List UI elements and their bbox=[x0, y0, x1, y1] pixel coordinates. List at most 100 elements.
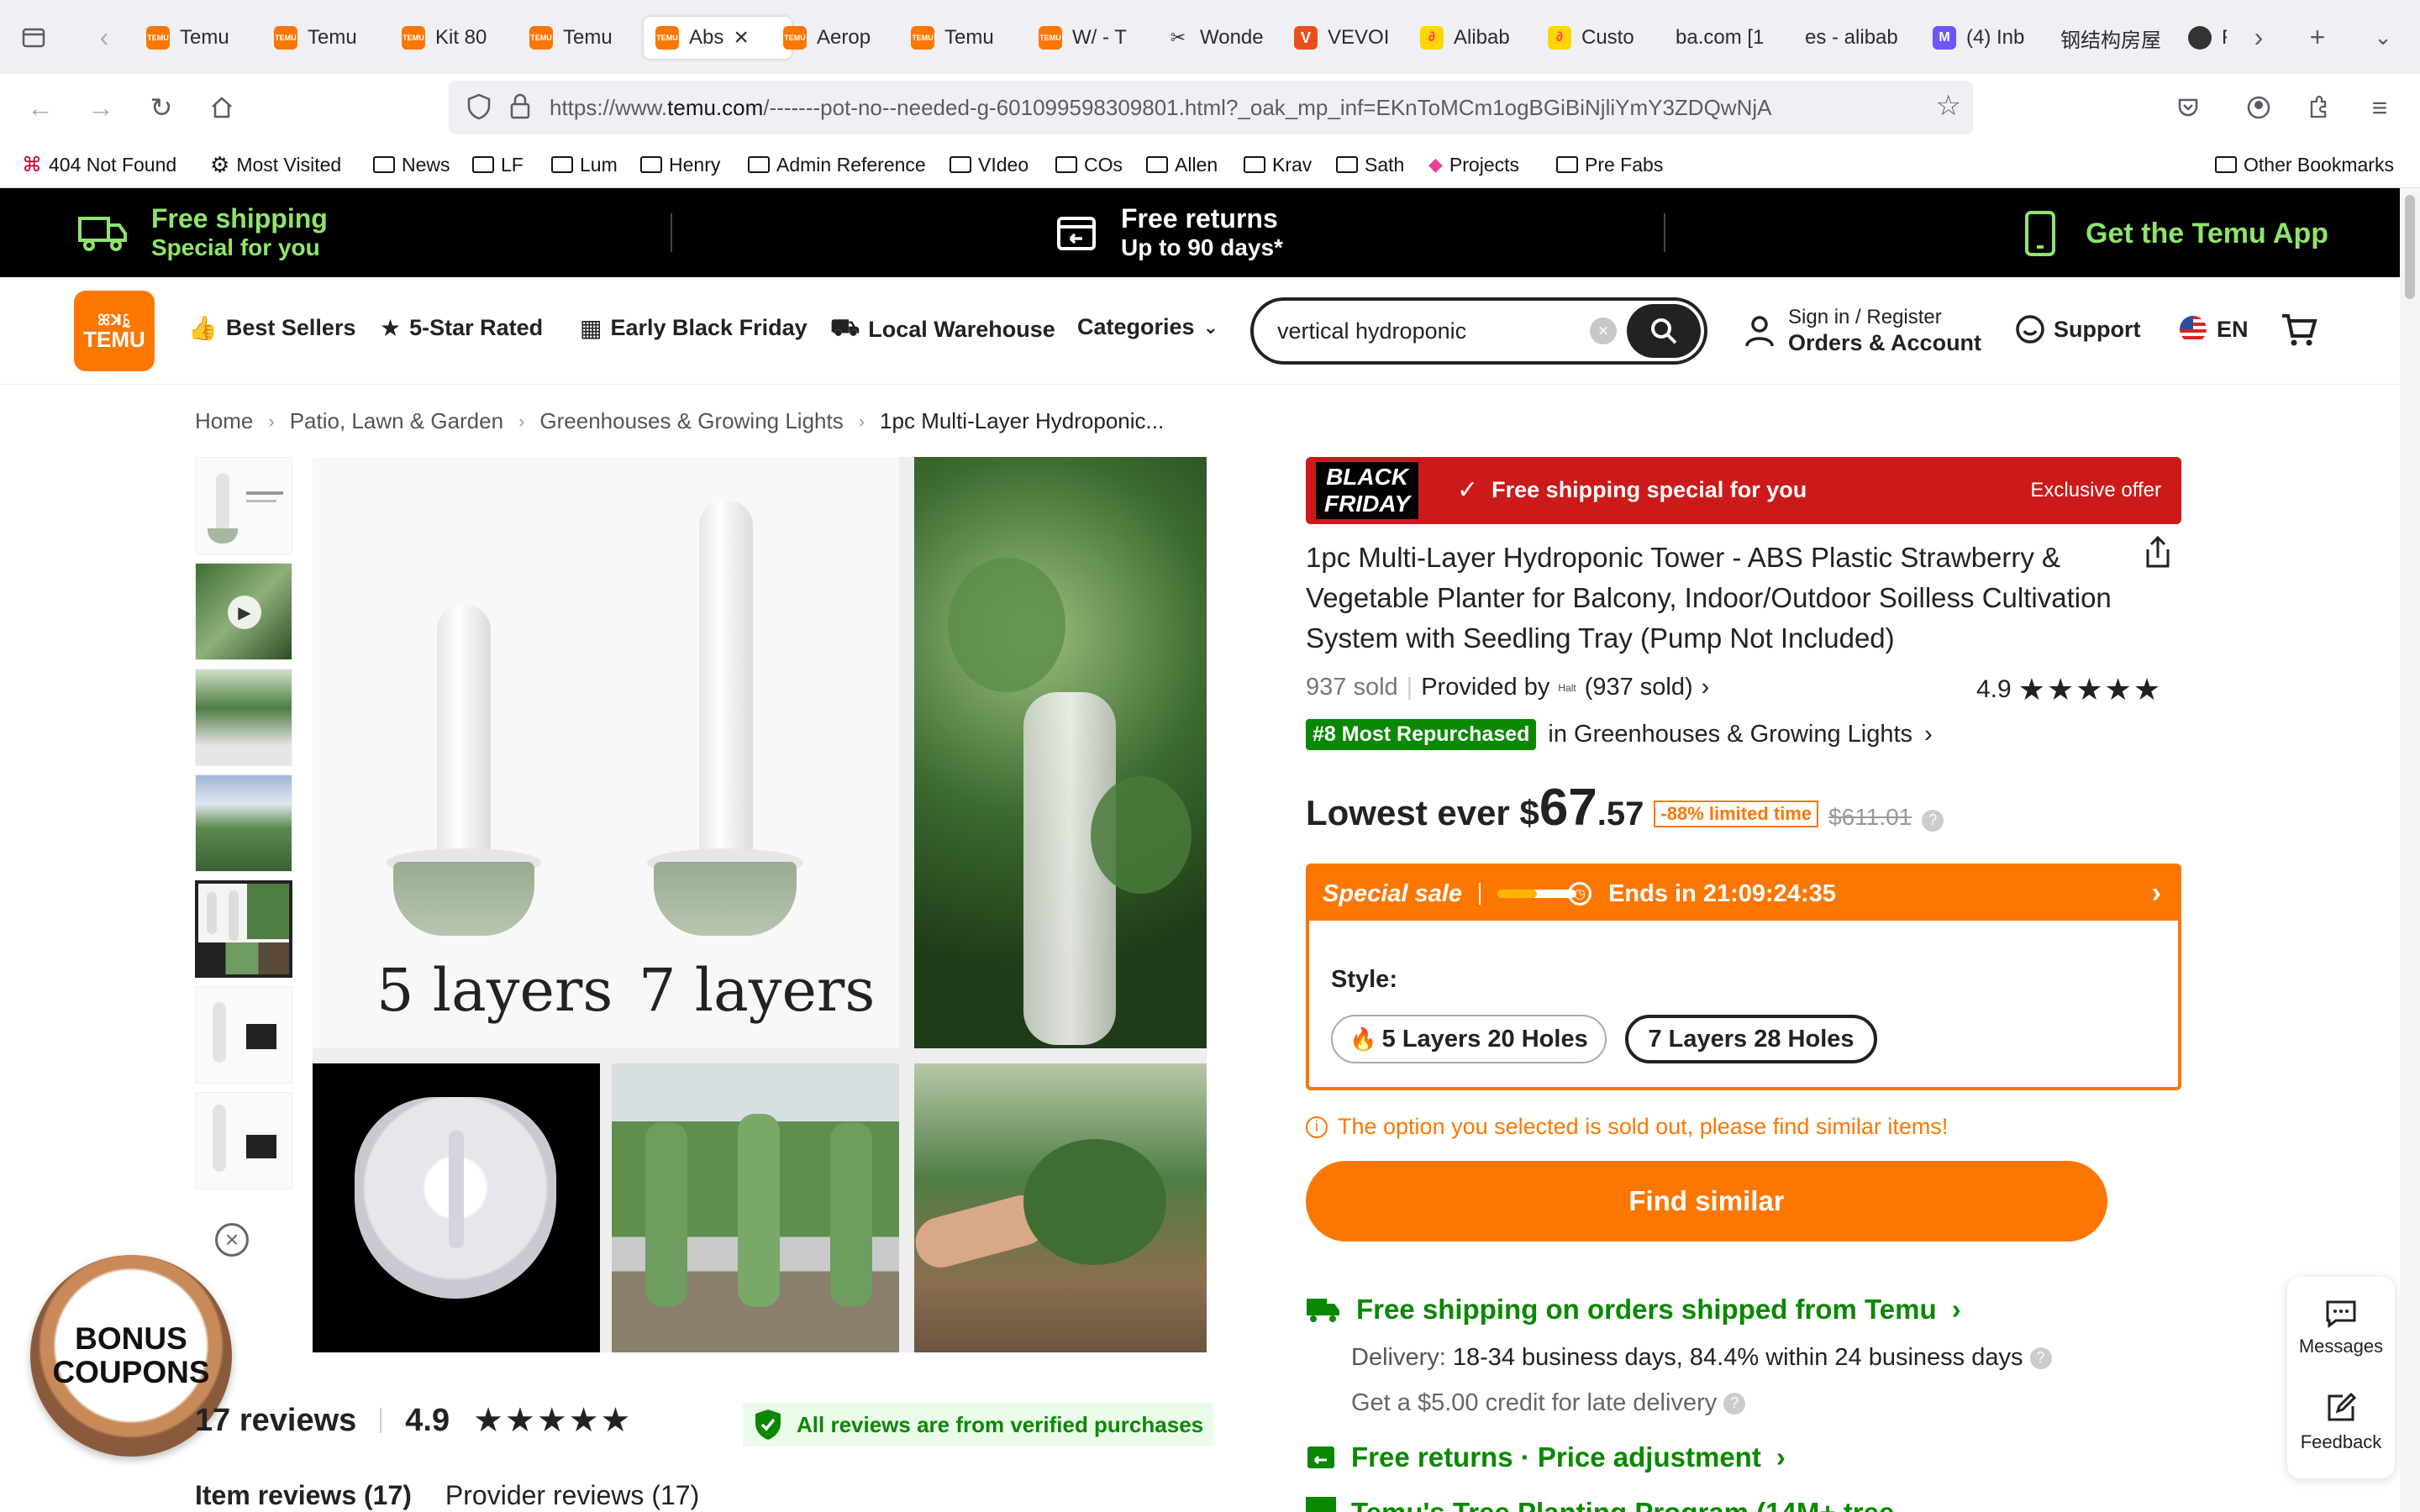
option-5-layers[interactable]: 🔥 5 Layers 20 Holes bbox=[1331, 1015, 1607, 1063]
product-rating[interactable]: 4.9 ★★★★★ bbox=[1976, 672, 2162, 707]
free-shipping-line[interactable]: Free shipping on orders shipped from Tem… bbox=[1306, 1294, 1961, 1326]
temu-logo[interactable]: ꕤꓘꗐ TEMU bbox=[74, 291, 155, 371]
menu-icon[interactable]: ≡ bbox=[2356, 84, 2403, 131]
bookmark-star-icon[interactable]: ☆ bbox=[1928, 89, 1961, 123]
browser-tab[interactable]: TEMU Temu bbox=[899, 17, 1017, 59]
bookmark-item[interactable]: ⚙ Most Visited bbox=[210, 150, 341, 180]
reload-icon[interactable]: ↻ bbox=[138, 84, 185, 131]
promo-free-shipping[interactable]: Free shipping Special for you bbox=[77, 203, 328, 262]
thumbnail[interactable] bbox=[195, 774, 292, 872]
url-bar[interactable]: https://www. temu.com/-------pot-no--need… bbox=[449, 81, 1973, 134]
bookmark-item[interactable]: COs bbox=[1055, 150, 1123, 180]
cart-icon[interactable] bbox=[2279, 309, 2319, 354]
breadcrumb-patio[interactable]: Patio, Lawn & Garden bbox=[290, 408, 503, 434]
bookmark-item[interactable]: Lum bbox=[551, 150, 618, 180]
browser-tab[interactable]: ∂ Custo bbox=[1536, 17, 1654, 59]
help-icon[interactable]: ? bbox=[1922, 809, 1944, 832]
language-selector[interactable]: EN bbox=[2178, 314, 2249, 344]
tabs-scroll-right-icon[interactable]: › bbox=[2235, 13, 2282, 60]
browser-tab[interactable]: es - alibab bbox=[1793, 17, 1911, 59]
page-scrollbar[interactable] bbox=[2400, 188, 2420, 1512]
product-image-collage[interactable]: 5 layers 7 layers bbox=[313, 457, 1207, 1352]
search-button[interactable] bbox=[1627, 304, 1701, 358]
new-tab-icon[interactable]: + bbox=[2294, 13, 2341, 60]
clear-search-icon[interactable]: × bbox=[1590, 318, 1617, 344]
bookmark-item[interactable]: LF bbox=[472, 150, 523, 180]
tabs-scroll-left-icon[interactable]: ‹ bbox=[81, 13, 128, 60]
bookmark-item[interactable]: Henry bbox=[640, 150, 720, 180]
bookmark-item[interactable]: VIdeo bbox=[950, 150, 1028, 180]
bookmark-item[interactable]: Sath bbox=[1336, 150, 1404, 180]
nav-local-warehouse[interactable]: ⛟ Local Warehouse bbox=[830, 314, 1055, 344]
search-input[interactable]: vertical hydroponic bbox=[1277, 318, 1466, 344]
help-icon[interactable]: ? bbox=[2029, 1347, 2052, 1369]
back-icon[interactable]: ← bbox=[17, 84, 64, 131]
promo-free-returns[interactable]: Free returns Up to 90 days* bbox=[1055, 203, 1283, 262]
extensions-icon[interactable] bbox=[2294, 84, 2341, 131]
tree-program-line[interactable]: Temu's Tree Planting Program (14M+ trees… bbox=[1306, 1497, 1894, 1512]
browser-tab[interactable]: TEMU Aerop bbox=[771, 17, 889, 59]
close-tab-icon[interactable]: × bbox=[734, 24, 749, 52]
home-icon[interactable] bbox=[198, 84, 245, 131]
browser-tab[interactable]: ✂ Wonde bbox=[1155, 17, 1272, 59]
browser-tab[interactable]: TEMU Temu bbox=[518, 17, 635, 59]
tab-provider-reviews[interactable]: Provider reviews (17) bbox=[445, 1480, 699, 1511]
thumbnail[interactable] bbox=[195, 669, 292, 766]
free-returns-line[interactable]: Free returns · Price adjustment › bbox=[1306, 1441, 1786, 1473]
browser-tab[interactable]: TEMU Abs × bbox=[644, 17, 792, 59]
browser-tab[interactable]: V VEVOI bbox=[1282, 17, 1400, 59]
account-link[interactable]: Sign in / Register Orders & Account bbox=[1744, 306, 1981, 356]
share-icon[interactable] bbox=[2141, 534, 2175, 575]
browser-tab[interactable]: ba.com [1 bbox=[1664, 17, 1781, 59]
forward-icon[interactable]: → bbox=[77, 84, 124, 131]
browser-tab[interactable]: F bbox=[2176, 17, 2227, 59]
nav-categories[interactable]: Categories ⌄ bbox=[1077, 314, 1218, 340]
browser-tab[interactable]: 钢结构房屋 bbox=[2049, 17, 2166, 59]
bookmark-item[interactable]: Allen bbox=[1146, 150, 1218, 180]
thumbnail-selected[interactable] bbox=[195, 880, 292, 978]
other-bookmarks[interactable]: Other Bookmarks bbox=[2215, 150, 2394, 180]
browser-tab[interactable]: TEMU W/ - T bbox=[1027, 17, 1144, 59]
browser-tab[interactable]: M (4) Inb bbox=[1921, 17, 2039, 59]
bookmark-item[interactable]: Pre Fabs bbox=[1556, 150, 1663, 180]
repurchase-rank[interactable]: #8 Most Repurchased in Greenhouses & Gro… bbox=[1306, 719, 1933, 750]
thumbnail[interactable] bbox=[195, 1092, 292, 1189]
promo-get-app[interactable]: Get the Temu App bbox=[2023, 210, 2328, 257]
browser-tab[interactable]: TEMU Kit 80 bbox=[390, 17, 508, 59]
provider-logo[interactable]: Halt bbox=[1558, 682, 1576, 694]
bookmark-item[interactable]: Krav bbox=[1244, 150, 1312, 180]
provider-sold[interactable]: (937 sold) bbox=[1585, 674, 1693, 701]
close-thumbnails-icon[interactable]: × bbox=[215, 1223, 249, 1257]
nav-support[interactable]: Support bbox=[2015, 314, 2140, 344]
nav-black-friday[interactable]: ▦ Early Black Friday bbox=[580, 314, 808, 342]
bookmark-item[interactable]: News bbox=[373, 150, 450, 180]
nav-five-star[interactable]: ★ 5-Star Rated bbox=[380, 314, 543, 342]
breadcrumb-greenhouses[interactable]: Greenhouses & Growing Lights bbox=[539, 408, 843, 434]
tab-item-reviews[interactable]: Item reviews (17) bbox=[195, 1480, 412, 1511]
account-icon[interactable] bbox=[2235, 84, 2282, 131]
search-box[interactable]: vertical hydroponic × bbox=[1250, 297, 1707, 365]
special-sale-header[interactable]: Special sale ◷ Ends in 21:09:24:35 › bbox=[1309, 867, 2178, 921]
browser-tab[interactable]: ∂ Alibab bbox=[1408, 17, 1526, 59]
bookmark-item[interactable]: ⌘ 404 Not Found bbox=[22, 150, 176, 180]
option-7-layers[interactable]: 7 Layers 28 Holes bbox=[1625, 1015, 1877, 1063]
bookmark-item[interactable]: ◆ Projects bbox=[1428, 150, 1519, 180]
scrollbar-thumb[interactable] bbox=[2405, 195, 2415, 299]
thumbnail[interactable] bbox=[195, 986, 292, 1084]
breadcrumb-home[interactable]: Home bbox=[195, 408, 253, 434]
messages-button[interactable]: Messages bbox=[2287, 1299, 2395, 1357]
help-icon[interactable]: ? bbox=[1723, 1392, 1746, 1415]
find-similar-button[interactable]: Find similar bbox=[1306, 1161, 2107, 1242]
list-all-tabs-icon[interactable]: ⌄ bbox=[2360, 13, 2407, 60]
reviews-count[interactable]: 17 reviews bbox=[195, 1403, 356, 1439]
bookmark-item[interactable]: Admin Reference bbox=[748, 150, 926, 180]
pocket-icon[interactable] bbox=[2165, 84, 2212, 131]
tracking-protection-icon[interactable] bbox=[466, 92, 492, 127]
lock-icon[interactable] bbox=[509, 92, 531, 127]
nav-best-sellers[interactable]: 👍 Best Sellers bbox=[188, 314, 355, 342]
browser-tab[interactable]: TEMU Temu bbox=[134, 17, 252, 59]
thumbnail-video[interactable]: ▶ bbox=[195, 563, 292, 660]
feedback-button[interactable]: Feedback bbox=[2287, 1391, 2395, 1453]
thumbnail[interactable] bbox=[195, 457, 292, 554]
browser-tab[interactable]: TEMU Temu bbox=[262, 17, 380, 59]
